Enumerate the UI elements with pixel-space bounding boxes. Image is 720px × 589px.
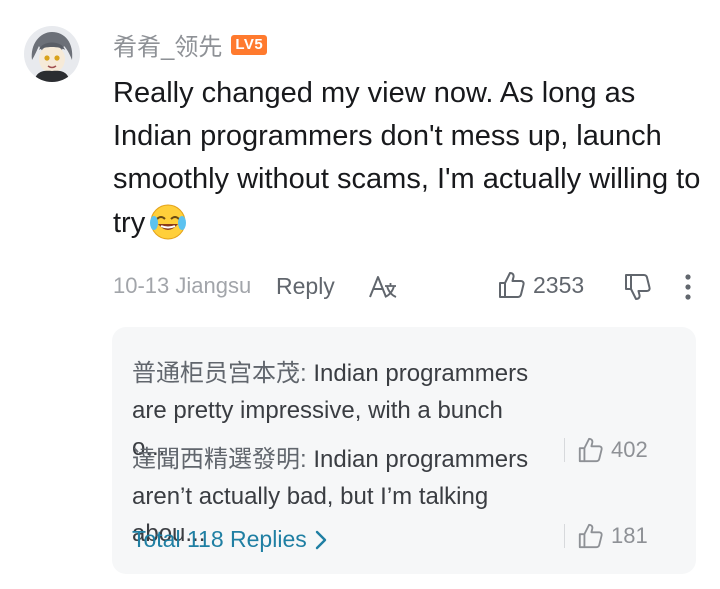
- avatar-image: [24, 26, 80, 82]
- translate-icon[interactable]: [368, 273, 398, 301]
- comment-text: Really changed my view now. As long as I…: [113, 77, 701, 239]
- comment-body: Really changed my view now. As long as I…: [113, 72, 703, 245]
- reply-author[interactable]: 普通柜员宫本茂:: [132, 360, 307, 387]
- comment-date: 10-13: [113, 273, 170, 298]
- reply-button[interactable]: Reply: [276, 273, 335, 300]
- like-button[interactable]: 2353: [497, 270, 584, 300]
- thumbs-down-icon[interactable]: [623, 272, 651, 302]
- like-count: 2353: [533, 271, 585, 298]
- reply-author[interactable]: 達聞西精選發明:: [132, 446, 307, 473]
- more-vertical-icon[interactable]: [680, 272, 696, 302]
- comment-username-row: 肴肴_领先 LV5: [113, 27, 268, 62]
- total-replies-label: Total 118 Replies: [132, 526, 307, 552]
- divider: [564, 524, 565, 548]
- level-badge: LV5: [231, 34, 268, 55]
- chevron-right-icon: [315, 530, 326, 549]
- comment-actions: 10-13 Jiangsu Reply 2353: [113, 269, 703, 303]
- avatar[interactable]: [24, 26, 80, 82]
- thumbs-up-icon: [578, 523, 603, 549]
- replies-preview: 普通柜员宫本茂: Indian programmers are pretty i…: [112, 327, 696, 574]
- total-replies-link[interactable]: Total 118 Replies: [132, 526, 327, 553]
- comment-meta: 10-13 Jiangsu: [113, 273, 251, 299]
- comment-location: Jiangsu: [175, 273, 252, 298]
- comment-username[interactable]: 肴肴_领先: [113, 27, 222, 62]
- reply-like-button[interactable]: 181: [564, 522, 648, 550]
- laughing-crying-emoji-icon: [150, 204, 187, 240]
- reply-like-count: 181: [611, 523, 648, 548]
- thumbs-up-icon: [499, 272, 525, 298]
